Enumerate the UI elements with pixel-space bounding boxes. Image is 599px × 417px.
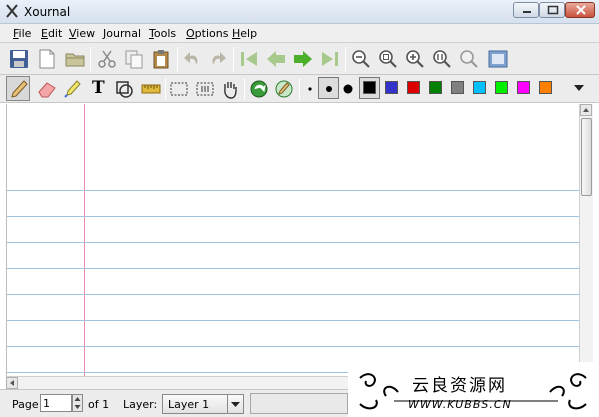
main-toolbar [0, 43, 599, 75]
ruled-line [7, 242, 579, 243]
window-title: Xournal [24, 5, 71, 19]
toolbar-separator [177, 47, 178, 71]
menu-tools[interactable]: Tools [149, 27, 176, 40]
zoom-out-icon[interactable] [350, 48, 372, 70]
eraser-icon[interactable] [36, 78, 58, 100]
ruled-line [7, 346, 579, 347]
paste-icon[interactable] [150, 48, 172, 70]
title-bar: Xournal [0, 0, 599, 24]
toolbar-overflow-arrow-icon[interactable] [572, 82, 586, 94]
cut-icon[interactable] [96, 48, 118, 70]
menu-bar: File Edit View Journal Tools Options Hel… [0, 24, 599, 43]
save-icon[interactable] [8, 48, 30, 70]
select-rectangle-icon[interactable] [194, 78, 216, 100]
color-swatch-black[interactable] [363, 81, 376, 94]
ruled-line [7, 216, 579, 217]
scroll-up-button[interactable] [580, 104, 592, 116]
menu-file[interactable]: File [13, 27, 31, 40]
page-margin-line [84, 104, 85, 376]
ruled-line [7, 190, 579, 191]
select-region-icon[interactable] [168, 78, 190, 100]
zoom-normal-icon[interactable] [431, 48, 453, 70]
zoom-set-icon[interactable] [458, 48, 480, 70]
tools-toolbar: T [0, 75, 599, 103]
toolbar-separator [233, 47, 234, 71]
zoom-page-width-icon[interactable] [377, 48, 399, 70]
text-tool-icon[interactable]: T [92, 78, 105, 98]
page-number-input[interactable] [40, 394, 72, 412]
toolbar-separator [244, 78, 245, 100]
pen-icon[interactable] [8, 78, 30, 100]
ruler-icon[interactable] [140, 78, 162, 100]
toolbar-separator [165, 78, 166, 100]
menu-view[interactable]: View [69, 27, 95, 40]
color-swatch-blue[interactable] [385, 81, 398, 94]
menu-options[interactable]: Options [186, 27, 228, 40]
color-swatch-light-blue[interactable] [473, 81, 486, 94]
menu-journal[interactable]: Journal [103, 27, 141, 40]
xournal-app-icon [6, 4, 18, 18]
copy-icon[interactable] [123, 48, 145, 70]
vertical-scroll-thumb[interactable] [581, 118, 592, 196]
hand-tool-icon[interactable] [219, 78, 241, 100]
ruled-line [7, 294, 579, 295]
zoom-in-icon[interactable] [404, 48, 426, 70]
thick-pen-icon[interactable] [337, 78, 359, 100]
default-tool-icon[interactable] [248, 78, 270, 100]
color-swatch-red[interactable] [407, 81, 420, 94]
layer-select-value: Layer 1 [168, 398, 210, 411]
layer-label: Layer: [123, 398, 158, 411]
page-spinner[interactable] [72, 394, 83, 412]
ruled-line [7, 268, 579, 269]
watermark-logo: 云良资源网 WWW.KUBBS.CN [348, 362, 599, 417]
color-swatch-orange[interactable] [539, 81, 552, 94]
toolbar-separator [90, 47, 91, 71]
last-page-icon[interactable] [319, 48, 341, 70]
maximize-button[interactable] [539, 2, 565, 18]
fullscreen-icon[interactable] [487, 48, 509, 70]
scroll-left-button[interactable] [6, 377, 18, 389]
toolbar-separator [345, 47, 346, 71]
minimize-button[interactable] [513, 2, 539, 18]
ruled-line [7, 320, 579, 321]
default-pen-icon[interactable] [273, 78, 295, 100]
next-page-icon[interactable] [292, 48, 314, 70]
redo-icon[interactable] [207, 48, 229, 70]
open-folder-icon[interactable] [64, 48, 86, 70]
layer-select[interactable]: Layer 1 [162, 394, 244, 414]
undo-icon[interactable] [181, 48, 203, 70]
previous-page-icon[interactable] [265, 48, 287, 70]
menu-edit[interactable]: Edit [41, 27, 62, 40]
color-swatch-light-green[interactable] [495, 81, 508, 94]
color-swatch-green[interactable] [429, 81, 442, 94]
new-page-icon[interactable] [36, 48, 58, 70]
color-swatch-gray[interactable] [451, 81, 464, 94]
vertical-scrollbar[interactable] [579, 104, 593, 376]
highlighter-icon[interactable] [62, 78, 84, 100]
watermark-url-text: WWW.KUBBS.CN [408, 398, 512, 411]
first-page-icon[interactable] [238, 48, 260, 70]
menu-help[interactable]: Help [232, 27, 257, 40]
page-count-label: of 1 [88, 398, 110, 411]
chevron-down-icon[interactable] [227, 395, 243, 413]
journal-page[interactable] [6, 104, 579, 376]
watermark-chinese-text: 云良资源网 [412, 376, 507, 396]
status-message-field [250, 393, 348, 414]
page-label: Page [12, 398, 39, 411]
shape-recognizer-icon[interactable] [114, 78, 136, 100]
color-swatch-magenta[interactable] [517, 81, 530, 94]
close-button[interactable] [565, 2, 595, 18]
